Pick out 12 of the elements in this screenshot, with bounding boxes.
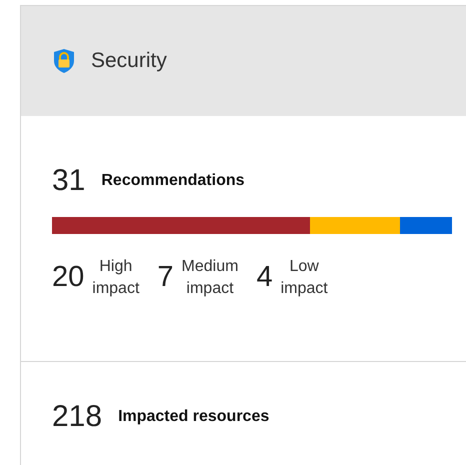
impact-count: 7 xyxy=(157,263,174,292)
resources-label: Impacted resources xyxy=(118,407,270,427)
impact-count: 20 xyxy=(52,263,84,292)
impact-count: 4 xyxy=(256,263,273,292)
recommendations-count: 31 xyxy=(52,166,86,196)
resources-count: 218 xyxy=(52,402,102,432)
impact-label: High impact xyxy=(92,257,140,299)
card-title: Security xyxy=(91,48,167,74)
impact-label: Medium impact xyxy=(182,257,238,299)
recommendations-label: Recommendations xyxy=(101,171,245,191)
shield-lock-icon xyxy=(53,48,75,74)
impact-label: Low impact xyxy=(280,257,328,299)
